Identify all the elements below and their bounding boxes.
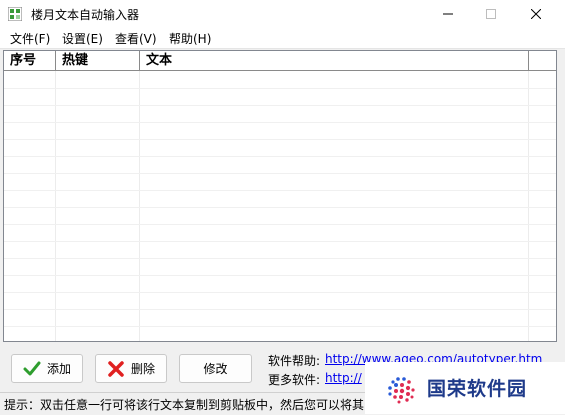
window-title: 楼月文本自动输入器: [31, 8, 140, 22]
column-header-filler: [529, 51, 556, 70]
more-software-label: 更多软件:: [268, 373, 321, 387]
list-body[interactable]: [4, 71, 556, 341]
menu-help[interactable]: 帮助(H): [168, 30, 212, 47]
minimize-button[interactable]: [425, 0, 471, 28]
menu-view[interactable]: 查看(V): [114, 30, 158, 47]
add-button-label: 添加: [46, 362, 71, 376]
delete-button[interactable]: 删除: [95, 354, 167, 383]
grid-line: [4, 224, 556, 225]
app-window: 楼月文本自动输入器 文件(F) 设置(E) 查看(V) 帮助(H) 序号 热键 …: [0, 0, 565, 415]
delete-button-label: 删除: [130, 362, 155, 376]
grid-line: [4, 190, 556, 191]
grid-line: [4, 241, 556, 242]
checkmark-icon: [23, 361, 41, 375]
hotkey-list[interactable]: 序号 热键 文本: [3, 50, 557, 342]
add-button[interactable]: 添加: [11, 354, 83, 383]
help-label: 软件帮助:: [268, 354, 321, 368]
grid-line: [4, 173, 556, 174]
grid-line: [4, 326, 556, 327]
menu-bar: 文件(F) 设置(E) 查看(V) 帮助(H): [0, 28, 565, 49]
grid-line: [4, 292, 556, 293]
grid-line: [4, 139, 556, 140]
grid-line: [4, 156, 556, 157]
watermark: 国荣软件园: [365, 362, 565, 414]
grid-line: [4, 258, 556, 259]
close-button[interactable]: [513, 0, 559, 28]
close-icon: [531, 9, 541, 19]
grid-line: [4, 207, 556, 208]
watermark-text: 国荣软件园: [427, 378, 528, 400]
edit-button-label: 修改: [203, 362, 228, 376]
menu-file[interactable]: 文件(F): [9, 30, 51, 47]
maximize-button[interactable]: [468, 0, 514, 28]
grid-line: [4, 105, 556, 106]
title-bar: 楼月文本自动输入器: [0, 0, 565, 28]
grid-line: [4, 309, 556, 310]
grid-line: [4, 122, 556, 123]
column-header-number[interactable]: 序号: [4, 51, 56, 70]
delete-x-icon: [108, 360, 124, 377]
maximize-icon: [486, 9, 496, 19]
menu-settings[interactable]: 设置(E): [61, 30, 104, 47]
app-icon: [8, 7, 22, 21]
more-software-link[interactable]: http://: [325, 371, 362, 385]
column-header-hotkey[interactable]: 热键: [56, 51, 140, 70]
minimize-icon: [443, 13, 453, 15]
status-text: 提示：双击任意一行可将该行文本复制到剪贴板中，然后您可以将其: [4, 398, 365, 412]
grid-line: [4, 275, 556, 276]
list-header: 序号 热键 文本: [4, 51, 556, 71]
edit-button[interactable]: 修改: [179, 354, 252, 383]
column-header-text[interactable]: 文本: [140, 51, 529, 70]
grid-line: [4, 88, 556, 89]
globe-logo-icon: [384, 373, 418, 407]
